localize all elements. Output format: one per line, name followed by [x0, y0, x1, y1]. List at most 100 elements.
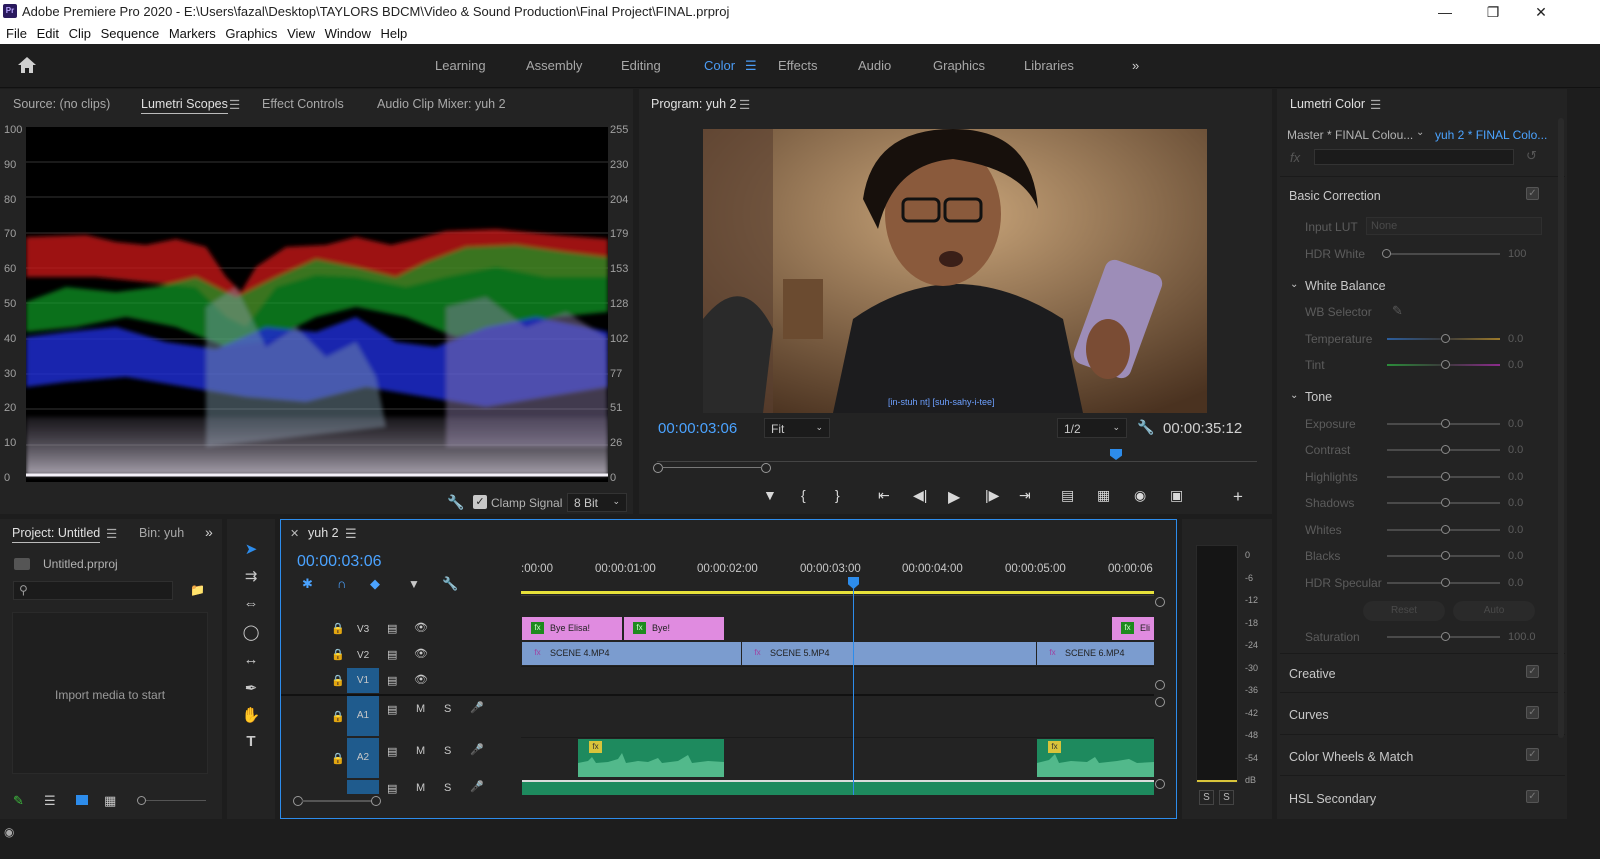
- lock-icon[interactable]: 🔒: [331, 752, 345, 765]
- vertical-zoom-handle[interactable]: [1155, 779, 1165, 789]
- resolution-select[interactable]: 1/2 ⌄: [1057, 418, 1127, 438]
- shadows-value[interactable]: 0.0: [1508, 497, 1523, 509]
- blacks-knob[interactable]: [1441, 551, 1450, 560]
- mute-button[interactable]: M: [416, 703, 425, 715]
- close-icon[interactable]: ✕: [1518, 1, 1564, 23]
- creative-header[interactable]: Creative: [1289, 667, 1336, 681]
- project-menu-icon[interactable]: ☰: [106, 526, 117, 541]
- lumetri-menu-icon[interactable]: ☰: [1370, 97, 1381, 112]
- lock-icon[interactable]: 🔒: [331, 648, 345, 661]
- compare-view-icon[interactable]: ▣: [1170, 487, 1183, 504]
- scopes-menu-icon[interactable]: ☰: [229, 97, 240, 112]
- workspace-libraries[interactable]: Libraries: [1024, 58, 1074, 73]
- go-to-out-icon[interactable]: ⇥: [1019, 487, 1031, 504]
- clamp-signal-checkbox[interactable]: ✓: [473, 495, 487, 509]
- tint-value[interactable]: 0.0: [1508, 359, 1523, 371]
- hdr-white-knob[interactable]: [1382, 249, 1391, 258]
- timeline-settings-icon[interactable]: 🔧: [442, 576, 458, 592]
- more-panels-icon[interactable]: »: [205, 524, 213, 540]
- extract-icon[interactable]: ▦: [1097, 487, 1110, 504]
- menu-edit[interactable]: Edit: [31, 24, 59, 41]
- new-bin-icon[interactable]: 📁: [190, 583, 205, 597]
- nest-icon[interactable]: ✱: [302, 576, 313, 592]
- zoom-handle-right[interactable]: [761, 463, 771, 473]
- contrast-value[interactable]: 0.0: [1508, 444, 1523, 456]
- curves-header[interactable]: Curves: [1289, 708, 1329, 722]
- sync-lock-icon[interactable]: ▤: [387, 745, 397, 758]
- snap-icon[interactable]: ∩: [337, 576, 346, 591]
- sync-lock-icon[interactable]: ▤: [387, 648, 397, 661]
- eye-icon[interactable]: 👁: [414, 647, 428, 660]
- hsl-secondary-checkbox[interactable]: ✓: [1526, 790, 1539, 803]
- whites-value[interactable]: 0.0: [1508, 524, 1523, 536]
- mark-out-icon[interactable]: }: [835, 487, 840, 503]
- lock-icon[interactable]: 🔒: [331, 622, 345, 635]
- tab-sequence[interactable]: yuh 2: [308, 526, 339, 540]
- workspace-effects[interactable]: Effects: [778, 58, 818, 73]
- tab-program[interactable]: Program: yuh 2: [651, 97, 736, 111]
- step-back-icon[interactable]: ◀|: [913, 487, 927, 504]
- audio-clip-a3[interactable]: [522, 780, 1154, 795]
- mark-in-icon[interactable]: {: [801, 487, 806, 503]
- lock-icon[interactable]: 🔒: [331, 710, 345, 723]
- sync-lock-icon[interactable]: ▤: [387, 782, 397, 794]
- sync-lock-icon[interactable]: ▤: [387, 703, 397, 716]
- hsl-secondary-header[interactable]: HSL Secondary: [1289, 792, 1376, 806]
- vertical-zoom-handle[interactable]: [1155, 680, 1165, 690]
- sync-lock-icon[interactable]: ▤: [387, 674, 397, 687]
- menu-view[interactable]: View: [281, 24, 315, 41]
- master-clip-selector[interactable]: Master * FINAL Colou...: [1287, 128, 1413, 142]
- sequence-menu-icon[interactable]: ☰: [345, 526, 357, 542]
- track-label[interactable]: A1: [347, 696, 379, 736]
- zoom-bar[interactable]: [662, 467, 762, 468]
- razor-tool-icon[interactable]: ◯: [240, 623, 262, 641]
- track-label[interactable]: V2: [357, 650, 369, 661]
- thumbnail-size-knob[interactable]: [137, 796, 146, 805]
- shadows-knob[interactable]: [1441, 498, 1450, 507]
- blacks-value[interactable]: 0.0: [1508, 550, 1523, 562]
- color-wheels-checkbox[interactable]: ✓: [1526, 748, 1539, 761]
- program-time-ruler[interactable]: [657, 461, 1257, 462]
- tab-lumetri-scopes[interactable]: Lumetri Scopes: [141, 97, 228, 114]
- pen-tool-icon[interactable]: ✒: [240, 679, 262, 697]
- sync-lock-icon[interactable]: ▤: [387, 622, 397, 635]
- mute-button[interactable]: M: [416, 745, 425, 757]
- lumetri-scrollbar[interactable]: [1558, 118, 1564, 738]
- highlights-value[interactable]: 0.0: [1508, 471, 1523, 483]
- close-sequence-icon[interactable]: ✕: [290, 527, 299, 540]
- thumbnail-size-slider[interactable]: [146, 800, 206, 801]
- selection-tool-icon[interactable]: ➤: [240, 540, 262, 558]
- button-editor-icon[interactable]: +: [1233, 487, 1243, 507]
- freeform-view-icon[interactable]: ▦: [104, 793, 116, 809]
- chevron-down-icon[interactable]: ⌄: [1290, 279, 1298, 290]
- reset-effect-icon[interactable]: ↺: [1526, 148, 1537, 164]
- sequence-clip-selector[interactable]: yuh 2 * FINAL Colo...: [1435, 128, 1547, 142]
- tone-header[interactable]: Tone: [1305, 390, 1332, 404]
- timeline-timecode[interactable]: 00:00:03:06: [297, 553, 382, 571]
- menu-file[interactable]: File: [0, 24, 27, 41]
- go-to-in-icon[interactable]: ⇤: [878, 487, 890, 504]
- slip-tool-icon[interactable]: ↔: [240, 651, 262, 668]
- zoom-select[interactable]: Fit ⌄: [764, 418, 830, 438]
- track-label[interactable]: V1: [347, 668, 379, 693]
- input-lut-select[interactable]: None: [1366, 217, 1542, 235]
- play-icon[interactable]: ▶: [948, 487, 960, 507]
- vertical-zoom-handle[interactable]: [1155, 697, 1165, 707]
- highlights-knob[interactable]: [1441, 472, 1450, 481]
- menu-sequence[interactable]: Sequence: [95, 24, 160, 41]
- workspace-learning[interactable]: Learning: [435, 58, 486, 73]
- horizontal-zoom-handle[interactable]: [371, 796, 381, 806]
- menu-graphics[interactable]: Graphics: [219, 24, 277, 41]
- step-forward-icon[interactable]: |▶: [985, 487, 999, 504]
- hdr-specular-knob[interactable]: [1441, 578, 1450, 587]
- lift-icon[interactable]: ▤: [1061, 487, 1074, 504]
- program-menu-icon[interactable]: ☰: [739, 97, 750, 112]
- clip-v3[interactable]: fx Eli: [1112, 617, 1154, 640]
- horizontal-scrollbar[interactable]: [302, 800, 372, 802]
- temperature-value[interactable]: 0.0: [1508, 333, 1523, 345]
- chevron-down-icon[interactable]: ⌄: [1416, 127, 1424, 138]
- clip-v2[interactable]: fx SCENE 6.MP4: [1037, 642, 1154, 665]
- creative-checkbox[interactable]: ✓: [1526, 665, 1539, 678]
- clip-v3[interactable]: fx Bye Elisa!: [522, 617, 622, 640]
- lock-icon[interactable]: 🔒: [331, 674, 345, 687]
